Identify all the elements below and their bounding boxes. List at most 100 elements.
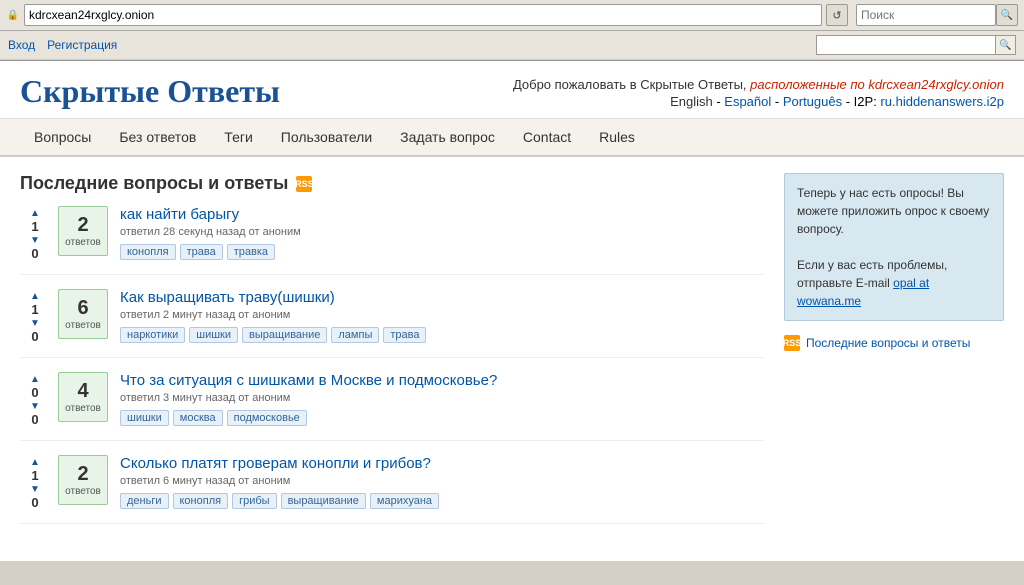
answer-count-label: ответов: [65, 403, 101, 414]
main-nav: Вопросы Без ответов Теги Пользователи За…: [0, 119, 1024, 157]
answer-count-label: ответов: [65, 320, 101, 331]
vote-down-count: 0: [31, 413, 38, 426]
vote-box: ▲ 1 ▼ 0: [20, 206, 50, 260]
site-title: Скрытые Ответы: [20, 73, 280, 110]
question-tag[interactable]: деньги: [120, 493, 169, 509]
question-tag[interactable]: шишки: [120, 410, 169, 426]
question-tag[interactable]: трава: [383, 327, 426, 343]
nav-tags[interactable]: Теги: [210, 119, 266, 155]
vote-up-button[interactable]: ▲: [25, 372, 45, 386]
answer-count: 6: [77, 298, 88, 318]
question-item: ▲ 0 ▼ 0 4 ответов Что за ситуация с шишк…: [20, 372, 764, 441]
answer-count: 4: [77, 381, 88, 401]
question-title[interactable]: Что за ситуация с шишками в Москве и под…: [120, 372, 497, 389]
nav-unanswered[interactable]: Без ответов: [105, 119, 210, 155]
toolbar-login-link[interactable]: Вход: [8, 38, 35, 52]
question-tags: шишкимоскваподмосковье: [120, 410, 764, 426]
section-title-text: Последние вопросы и ответы: [20, 173, 288, 194]
nav-rules[interactable]: Rules: [585, 119, 649, 155]
question-item: ▲ 1 ▼ 0 6 ответов Как выращивать траву(ш…: [20, 289, 764, 358]
answer-count: 2: [77, 215, 88, 235]
question-meta: ответил 28 секунд назад от аноним: [120, 226, 764, 238]
answer-count-label: ответов: [65, 237, 101, 248]
vote-box: ▲ 0 ▼ 0: [20, 372, 50, 426]
vote-box: ▲ 1 ▼ 0: [20, 455, 50, 509]
question-body: Что за ситуация с шишками в Москве и под…: [120, 372, 764, 426]
sidebar-notice-text: Теперь у нас есть опросы! Вы можете прил…: [797, 186, 989, 236]
question-body: как найти барыгу ответил 28 секунд назад…: [120, 206, 764, 260]
questions-list: ▲ 1 ▼ 0 2 ответов как найти барыгу ответ…: [20, 206, 764, 524]
answer-count: 2: [77, 464, 88, 484]
answer-count-box: 2 ответов: [58, 455, 108, 505]
question-item: ▲ 1 ▼ 0 2 ответов как найти барыгу ответ…: [20, 206, 764, 275]
browser-security-icon: 🔒: [6, 8, 20, 22]
vote-down-count: 0: [31, 247, 38, 260]
answer-count-box: 2 ответов: [58, 206, 108, 256]
browser-search-button[interactable]: 🔍: [996, 4, 1018, 26]
toolbar-register-link[interactable]: Регистрация: [47, 38, 117, 52]
vote-up-button[interactable]: ▲: [25, 206, 45, 220]
lang-i2p[interactable]: ru.hiddenanswers.i2p: [880, 94, 1004, 109]
sidebar-rss-link[interactable]: RSS Последние вопросы и ответы: [784, 335, 1004, 351]
toolbar-search-icon[interactable]: 🔍: [996, 35, 1016, 55]
sidebar-rss-icon: RSS: [784, 335, 800, 351]
question-tag[interactable]: выращивание: [281, 493, 366, 509]
question-tag[interactable]: подмосковье: [227, 410, 307, 426]
question-meta: ответил 3 минут назад от аноним: [120, 392, 764, 404]
question-tag[interactable]: лампы: [331, 327, 379, 343]
question-title[interactable]: Сколько платят гроверам конопли и грибов…: [120, 455, 431, 472]
vote-down-button[interactable]: ▼: [25, 233, 45, 247]
question-tag[interactable]: москва: [173, 410, 223, 426]
question-tag[interactable]: наркотики: [120, 327, 185, 343]
lang-espanol[interactable]: Español: [724, 94, 771, 109]
main-content: Последние вопросы и ответы RSS ▲ 1 ▼ 0 2…: [20, 173, 764, 538]
question-tags: коноплятраватравка: [120, 244, 764, 260]
question-tag[interactable]: выращивание: [242, 327, 327, 343]
header-languages: English - Español - Português - I2P: ru.…: [513, 94, 1004, 109]
sidebar-notice: Теперь у нас есть опросы! Вы можете прил…: [784, 173, 1004, 321]
toolbar-search-input[interactable]: [816, 35, 996, 55]
refresh-button[interactable]: ↺: [826, 4, 848, 26]
sidebar-rss-label: Последние вопросы и ответы: [806, 336, 970, 350]
nav-contact[interactable]: Contact: [509, 119, 585, 155]
question-tags: наркотикишишкивыращиваниелампытрава: [120, 327, 764, 343]
question-title[interactable]: как найти барыгу: [120, 206, 239, 223]
address-bar-input[interactable]: [24, 4, 822, 26]
lang-english[interactable]: English: [670, 94, 713, 109]
vote-up-count: 1: [31, 303, 38, 316]
vote-down-button[interactable]: ▼: [25, 316, 45, 330]
nav-users[interactable]: Пользователи: [267, 119, 386, 155]
vote-up-count: 0: [31, 386, 38, 399]
question-tag[interactable]: конопля: [120, 244, 176, 260]
nav-ask[interactable]: Задать вопрос: [386, 119, 509, 155]
vote-up-count: 1: [31, 469, 38, 482]
vote-up-button[interactable]: ▲: [25, 289, 45, 303]
question-tag[interactable]: конопля: [173, 493, 229, 509]
vote-down-count: 0: [31, 330, 38, 343]
header-welcome: Добро пожаловать в Скрытые Ответы, распо…: [513, 77, 1004, 92]
vote-up-button[interactable]: ▲: [25, 455, 45, 469]
question-meta: ответил 2 минут назад от аноним: [120, 309, 764, 321]
question-tag[interactable]: шишки: [189, 327, 238, 343]
vote-box: ▲ 1 ▼ 0: [20, 289, 50, 343]
lang-portugues[interactable]: Português: [783, 94, 842, 109]
question-tag[interactable]: травка: [227, 244, 275, 260]
question-item: ▲ 1 ▼ 0 2 ответов Сколько платят гровера…: [20, 455, 764, 524]
question-tag[interactable]: марихуана: [370, 493, 439, 509]
answer-count-box: 6 ответов: [58, 289, 108, 339]
rss-icon[interactable]: RSS: [296, 176, 312, 192]
vote-down-button[interactable]: ▼: [25, 482, 45, 496]
question-tag[interactable]: трава: [180, 244, 223, 260]
nav-questions[interactable]: Вопросы: [20, 119, 105, 155]
question-tags: деньгиконоплягрибы выращиваниемарихуана: [120, 493, 764, 509]
browser-search-input[interactable]: [856, 4, 996, 26]
answer-count-box: 4 ответов: [58, 372, 108, 422]
question-body: Сколько платят гроверам конопли и грибов…: [120, 455, 764, 509]
question-body: Как выращивать траву(шишки) ответил 2 ми…: [120, 289, 764, 343]
answer-count-label: ответов: [65, 486, 101, 497]
vote-up-count: 1: [31, 220, 38, 233]
vote-down-count: 0: [31, 496, 38, 509]
question-tag[interactable]: грибы: [232, 493, 276, 509]
vote-down-button[interactable]: ▼: [25, 399, 45, 413]
question-title[interactable]: Как выращивать траву(шишки): [120, 289, 335, 306]
